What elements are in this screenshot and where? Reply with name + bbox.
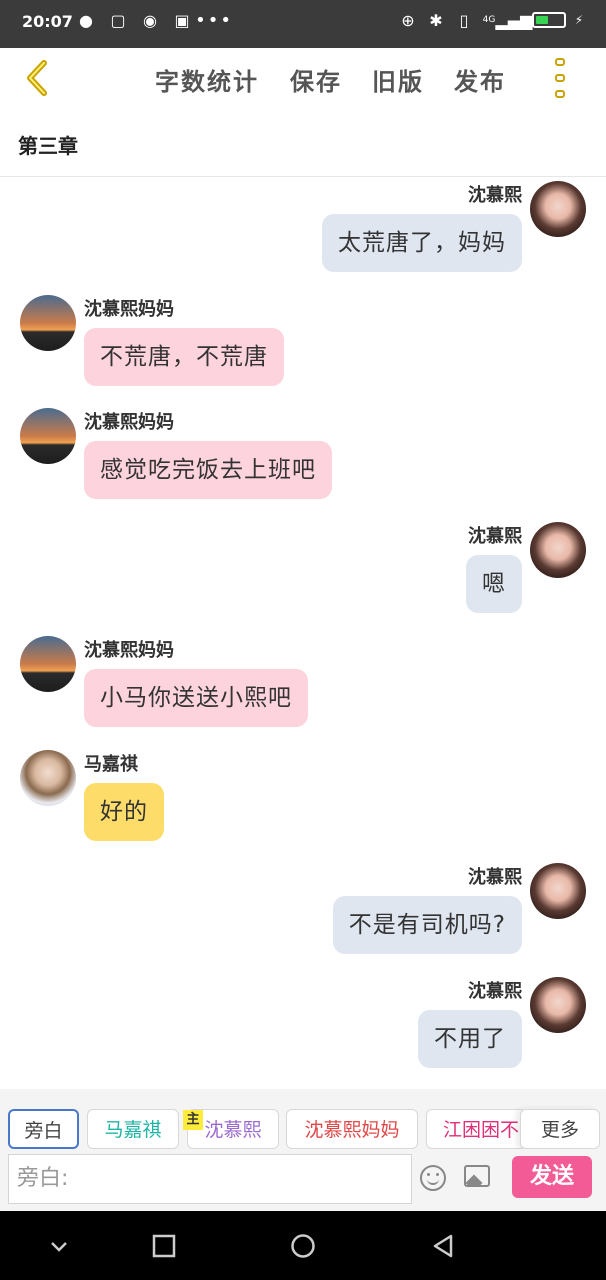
- more-menu-icon[interactable]: [552, 58, 568, 98]
- host-badge: 主: [183, 1110, 203, 1130]
- chevron-down-icon[interactable]: [46, 1233, 72, 1259]
- avatar[interactable]: [20, 750, 76, 806]
- folder-icon: ▢: [110, 10, 126, 30]
- message-bubble[interactable]: 好的: [84, 783, 164, 841]
- input-bar: 旁白: 发送: [0, 1149, 606, 1211]
- emoji-icon[interactable]: [420, 1165, 446, 1191]
- charging-icon: ⚡: [574, 13, 584, 27]
- avatar[interactable]: [20, 636, 76, 692]
- bluetooth-icon: ✱: [429, 10, 443, 30]
- message-input[interactable]: 旁白:: [8, 1154, 412, 1204]
- avatar[interactable]: [530, 522, 586, 578]
- sender-name: 沈慕熙妈妈: [84, 640, 174, 661]
- avatar[interactable]: [20, 408, 76, 464]
- chat-area[interactable]: 沈慕熙 太荒唐了，妈妈 沈慕熙妈妈 不荒唐，不荒唐 沈慕熙妈妈 感觉吃完饭去上班…: [0, 177, 606, 1089]
- character-chip-shen-muxi-mom[interactable]: 沈慕熙妈妈: [286, 1109, 418, 1149]
- sender-name: 沈慕熙妈妈: [84, 412, 174, 433]
- avatar[interactable]: [530, 977, 586, 1033]
- sender-name: 沈慕熙: [468, 526, 522, 547]
- status-time: 20:07: [22, 12, 73, 31]
- avatar[interactable]: [530, 863, 586, 919]
- system-nav-bar: [0, 1211, 606, 1280]
- chat-app-icon: ◉: [143, 10, 157, 30]
- more-characters-button[interactable]: 更多: [520, 1109, 600, 1149]
- home-circle-icon[interactable]: [290, 1233, 316, 1259]
- character-chip-ma-jiaqi[interactable]: 马嘉祺: [87, 1109, 179, 1149]
- message-bubble[interactable]: 不荒唐，不荒唐: [84, 328, 284, 386]
- status-bar: 20:07 ● ▢ ◉ ▣ ••• ⊕ ✱ ▯ 4G ▂▄▆ ⚡: [0, 0, 606, 48]
- message-bubble[interactable]: 不用了: [418, 1010, 522, 1068]
- old-version-button[interactable]: 旧版: [372, 62, 424, 97]
- recents-square-icon[interactable]: [151, 1233, 177, 1259]
- status-icons-left: ● ▢ ◉ ▣ •••: [76, 9, 233, 31]
- chapter-title[interactable]: 第三章: [18, 130, 78, 159]
- publish-button[interactable]: 发布: [454, 62, 506, 97]
- signal-icon: ▂▄▆: [495, 10, 533, 30]
- data-saver-icon: ⊕: [401, 10, 415, 30]
- send-button[interactable]: 发送: [512, 1156, 592, 1198]
- character-chip-jiang-kunkun[interactable]: 江困困不: [426, 1109, 526, 1149]
- avatar[interactable]: [20, 295, 76, 351]
- character-chip-narrator[interactable]: 旁白: [8, 1109, 79, 1149]
- sender-name: 沈慕熙: [468, 867, 522, 888]
- message-bubble[interactable]: 小马你送送小熙吧: [84, 669, 308, 727]
- calendar-icon: ▣: [174, 10, 190, 30]
- message-bubble[interactable]: 不是有司机吗?: [332, 896, 522, 954]
- back-triangle-icon[interactable]: [430, 1233, 456, 1259]
- message-bubble[interactable]: 嗯: [466, 555, 522, 613]
- back-arrow-icon[interactable]: [18, 58, 58, 98]
- message-bubble[interactable]: 太荒唐了，妈妈: [322, 214, 522, 272]
- chapter-header: 第三章: [0, 110, 606, 177]
- avatar[interactable]: [530, 181, 586, 237]
- network-type: 4G: [482, 15, 496, 25]
- message-bubble[interactable]: 感觉吃完饭去上班吧: [84, 441, 332, 499]
- sender-name: 沈慕熙妈妈: [84, 299, 174, 320]
- sender-name: 马嘉祺: [84, 754, 138, 775]
- lightbulb-icon: ●: [79, 10, 93, 30]
- battery-icon: [532, 12, 566, 28]
- sender-name: 沈慕熙: [468, 185, 522, 206]
- more-notifications-icon: •••: [195, 9, 233, 31]
- save-button[interactable]: 保存: [290, 62, 342, 97]
- sender-name: 沈慕熙: [468, 981, 522, 1002]
- image-icon[interactable]: [464, 1165, 490, 1187]
- status-icons-right: ⊕ ✱ ▯ 4G ▂▄▆ ⚡: [398, 10, 584, 30]
- vibrate-icon: ▯: [459, 10, 469, 30]
- word-count-button[interactable]: 字数统计: [155, 62, 259, 97]
- editor-toolbar: 字数统计 保存 旧版 发布: [0, 48, 606, 110]
